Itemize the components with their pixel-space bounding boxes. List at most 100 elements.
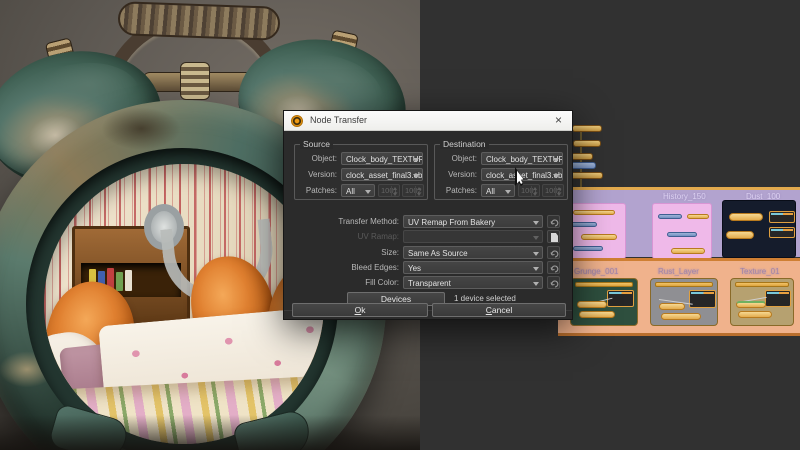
book (125, 270, 132, 291)
source-object-label: Object: (311, 154, 337, 163)
spinner-down-icon (533, 193, 537, 196)
spinner-down-icon (417, 193, 421, 196)
spinner-up-icon (557, 187, 561, 190)
graph-node[interactable] (769, 227, 795, 238)
graph-node[interactable] (736, 301, 766, 308)
chevron-down-icon (365, 190, 371, 194)
group-node-pink[interactable] (652, 203, 712, 259)
graph-node[interactable] (729, 213, 763, 221)
group-node-gray[interactable] (650, 278, 718, 326)
source-version-label: Version: (308, 170, 337, 179)
dialog-title: Node Transfer (310, 115, 368, 125)
graph-node[interactable] (687, 214, 709, 219)
floor-shadow (0, 415, 420, 450)
graph-node[interactable] (577, 301, 607, 308)
graph-node[interactable] (667, 232, 697, 237)
bleed-edges-label: Bleed Edges: (351, 263, 399, 272)
backdrop-salmon[interactable]: Grunge_001 Rust_Layer Texture_01 (558, 258, 800, 336)
destination-group: Destination Object: Clock_body_TEXTURE_M… (434, 139, 568, 200)
size-label: Size: (381, 248, 399, 257)
clock-handle-coil (117, 1, 281, 41)
source-version-dropdown[interactable]: clock_asset_final3.obj (341, 168, 423, 181)
group-header-bar (575, 282, 633, 287)
file-browse-icon[interactable] (547, 230, 560, 243)
graph-node[interactable] (570, 172, 603, 179)
chevron-down-icon (533, 221, 539, 225)
spinner-up-icon (533, 187, 537, 190)
destination-patch-end-spinner[interactable]: 1002 (542, 184, 564, 197)
graph-node[interactable] (571, 222, 597, 227)
graph-node[interactable] (738, 311, 772, 318)
cancel-button[interactable]: Cancel (432, 303, 566, 317)
graph-node[interactable] (726, 231, 754, 239)
clock-axle-collar (180, 62, 210, 100)
destination-legend: Destination (440, 139, 489, 149)
graph-node[interactable] (573, 210, 615, 215)
transfer-method-dropdown[interactable]: UV Remap From Bakery (403, 215, 543, 228)
spinner-up-icon (393, 187, 397, 190)
destination-version-label: Version: (448, 170, 477, 179)
group-node-green[interactable] (570, 278, 638, 326)
transfer-method-label: Transfer Method: (338, 217, 399, 226)
revert-icon[interactable] (547, 276, 560, 289)
size-dropdown[interactable]: Same As Source (403, 246, 543, 259)
mouse-cursor (515, 167, 528, 186)
destination-object-dropdown[interactable]: Clock_body_TEXTURE_ME (481, 152, 563, 165)
backdrop-label: Rust_Layer (658, 267, 699, 276)
chevron-down-icon (533, 236, 539, 240)
source-patch-start-spinner[interactable]: 1001 (378, 184, 400, 197)
graph-node[interactable] (671, 248, 705, 254)
graph-node[interactable] (769, 211, 795, 223)
spinner-up-icon (417, 187, 421, 190)
backdrop-label: Texture_01 (740, 267, 780, 276)
destination-object-label: Object: (451, 154, 477, 163)
graph-node[interactable] (573, 246, 603, 251)
spinner-down-icon (393, 193, 397, 196)
destination-patches-dropdown[interactable]: All (481, 184, 515, 197)
chevron-down-icon (533, 252, 539, 256)
chevron-down-icon (553, 174, 559, 178)
graph-node[interactable] (658, 214, 682, 219)
graph-node[interactable] (579, 311, 615, 318)
book (116, 272, 123, 291)
fill-color-dropdown[interactable]: Transparent (403, 276, 543, 289)
source-object-dropdown[interactable]: Clock_body_TEXTURE_ME (341, 152, 423, 165)
graph-node[interactable] (765, 290, 791, 307)
graph-node[interactable] (573, 140, 601, 147)
backdrop-purple[interactable]: History_150 Dust_100 (558, 187, 800, 259)
graph-node[interactable] (571, 153, 593, 160)
graph-node[interactable] (572, 125, 602, 132)
mari-logo-icon (291, 115, 303, 127)
screenshot-root: History_150 Dust_100 Grunge_001 Rust_Lay… (0, 0, 800, 450)
revert-icon[interactable] (547, 261, 560, 274)
chevron-down-icon (413, 158, 419, 162)
revert-icon[interactable] (547, 215, 560, 228)
graph-node[interactable] (689, 290, 716, 308)
source-legend: Source (300, 139, 333, 149)
bleed-edges-dropdown[interactable]: Yes (403, 261, 543, 274)
group-node-pink[interactable] (566, 203, 626, 259)
group-node-navy[interactable] (722, 200, 796, 258)
node-transfer-dialog: Node Transfer × Source Object: Clock_bod… (283, 110, 573, 320)
revert-icon[interactable] (547, 246, 560, 259)
graph-node[interactable] (570, 162, 596, 169)
graph-node[interactable] (581, 234, 617, 240)
dialog-titlebar[interactable]: Node Transfer × (284, 111, 572, 131)
uv-ramap-label: UV Ramap: (357, 232, 399, 241)
ok-button[interactable]: Ok (292, 303, 428, 317)
backdrop-label: Grunge_001 (574, 267, 619, 276)
group-node-tan[interactable] (730, 278, 794, 326)
group-header-bar (735, 282, 789, 287)
chevron-down-icon (413, 174, 419, 178)
source-patch-end-spinner[interactable]: 1002 (402, 184, 424, 197)
chevron-down-icon (505, 190, 511, 194)
graph-node[interactable] (659, 303, 685, 310)
uv-ramap-dropdown (403, 230, 543, 243)
close-icon[interactable]: × (551, 113, 566, 128)
source-patches-label: Patches: (305, 186, 337, 195)
graph-node[interactable] (661, 313, 701, 320)
destination-patches-label: Patches: (445, 186, 477, 195)
source-group: Source Object: Clock_body_TEXTURE_ME Ver… (294, 139, 428, 200)
source-patches-dropdown[interactable]: All (341, 184, 375, 197)
group-header-bar (655, 282, 713, 287)
